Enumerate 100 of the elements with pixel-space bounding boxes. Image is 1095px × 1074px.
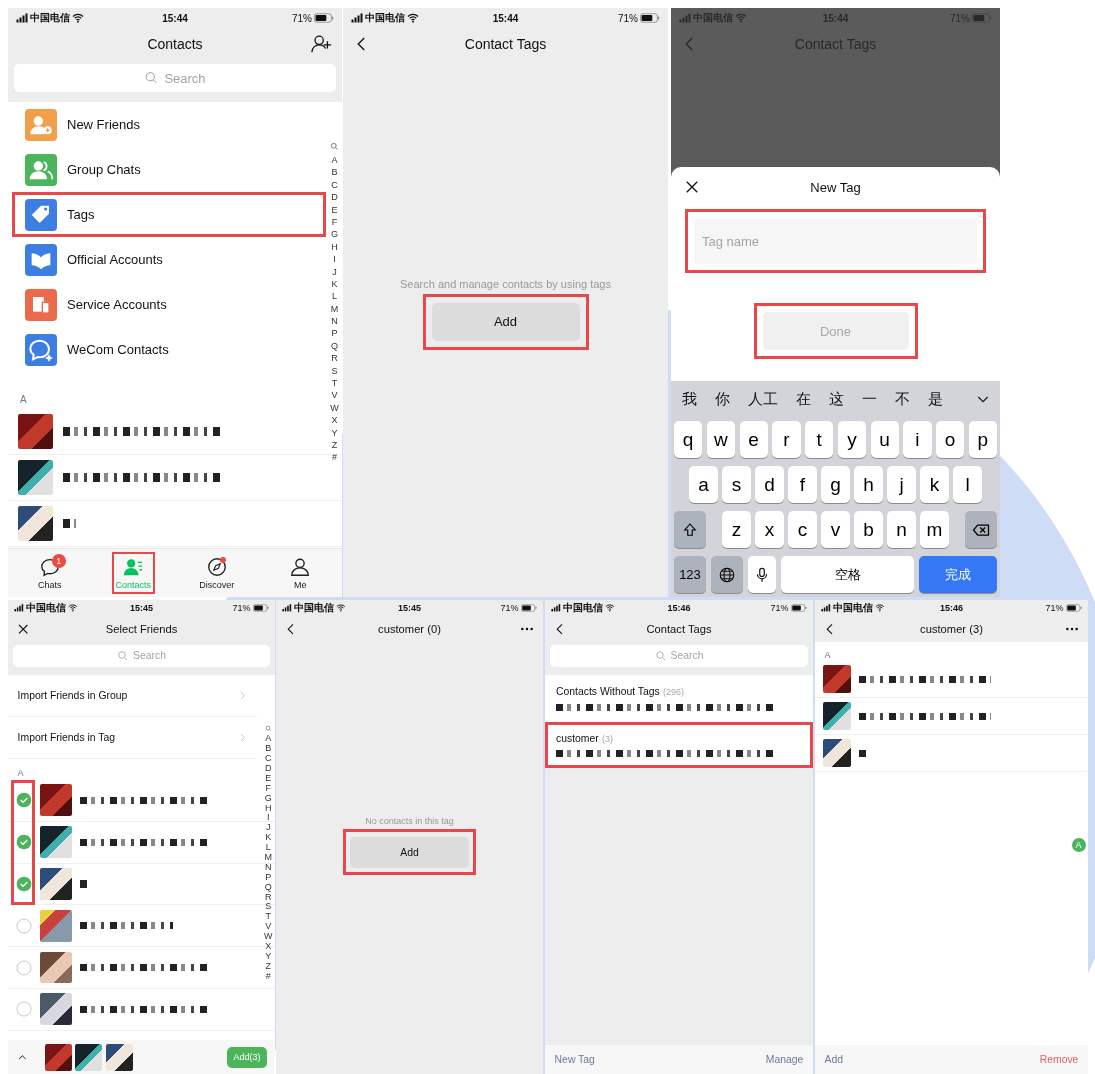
index-letter[interactable]: N <box>331 315 338 328</box>
letter-key[interactable]: h <box>854 466 883 503</box>
search-icon[interactable] <box>330 142 339 151</box>
candidate-word[interactable]: 不 <box>895 389 910 409</box>
unchecked-circle-icon[interactable] <box>16 959 32 976</box>
index-letter[interactable]: K <box>265 833 272 844</box>
index-letter[interactable]: J <box>266 823 271 834</box>
menu-item[interactable]: Tags <box>12 192 326 237</box>
index-letter[interactable]: I <box>267 813 270 824</box>
index-letter[interactable]: Z <box>265 961 272 972</box>
delete-key[interactable] <box>965 511 997 548</box>
index-letter[interactable]: R <box>331 352 338 365</box>
letter-key[interactable]: s <box>722 466 751 503</box>
text-field[interactable]: Tag name <box>694 218 977 264</box>
letter-key[interactable]: n <box>887 511 916 548</box>
letter-key[interactable]: e <box>739 421 768 458</box>
index-letter[interactable]: X <box>265 942 272 952</box>
candidate-word[interactable]: 我 <box>682 389 697 409</box>
letter-key[interactable]: j <box>887 466 916 503</box>
index-letter[interactable]: A <box>265 734 272 745</box>
index-letter[interactable]: Y <box>265 951 272 962</box>
index-letter[interactable]: H <box>265 803 272 814</box>
search-field[interactable]: Search <box>14 64 336 92</box>
shift-key[interactable] <box>674 511 706 548</box>
index-letter[interactable]: E <box>331 203 338 216</box>
index-letter[interactable]: E <box>265 773 272 784</box>
index-letter[interactable]: A <box>331 154 338 167</box>
search-field[interactable]: Search <box>549 644 809 668</box>
menu-item[interactable]: Group Chats <box>12 147 326 192</box>
index-letter[interactable]: Q <box>331 339 338 353</box>
letter-key[interactable]: f <box>788 466 817 503</box>
index-letter[interactable]: Q <box>264 882 272 893</box>
letter-key[interactable]: y <box>837 421 866 458</box>
index-letter[interactable]: Y <box>331 426 338 439</box>
letter-key[interactable]: p <box>968 421 997 458</box>
index-letter[interactable]: P <box>265 872 272 883</box>
letter-key[interactable]: q <box>674 421 703 458</box>
index-letter[interactable]: G <box>331 228 338 241</box>
candidate-word[interactable]: 你 <box>715 389 730 409</box>
add-contact-icon[interactable] <box>310 33 332 55</box>
menu-item[interactable]: Official Accounts <box>12 237 326 282</box>
index-letter[interactable]: M <box>264 853 273 863</box>
tab-item[interactable]: Discover <box>195 552 239 594</box>
list-item[interactable]: Import Friends in Group <box>8 675 258 717</box>
tag-item[interactable]: Contacts Without Tags (296) <box>545 675 813 722</box>
tag-item[interactable]: customer (3) <box>545 721 813 769</box>
index-letter[interactable]: S <box>331 364 338 378</box>
letter-key[interactable]: t <box>805 421 834 458</box>
candidate-word[interactable]: 人工 <box>748 389 778 409</box>
checked-icon[interactable] <box>16 792 32 809</box>
add-button[interactable]: Add <box>431 302 580 341</box>
language-key[interactable] <box>711 556 743 593</box>
menu-item[interactable]: Service Accounts <box>12 282 326 327</box>
index-letter[interactable]: # <box>332 451 337 464</box>
index-letter[interactable]: B <box>265 744 272 755</box>
index-letter[interactable]: L <box>332 290 337 303</box>
done-key[interactable]: 完成 <box>919 556 997 593</box>
index-letter[interactable]: D <box>331 191 338 204</box>
index-letter[interactable]: V <box>331 389 338 402</box>
letter-key[interactable]: c <box>788 511 817 548</box>
unchecked-circle-icon[interactable] <box>16 1001 32 1018</box>
index-letter[interactable]: M <box>330 302 339 316</box>
index-letter[interactable]: R <box>265 892 272 903</box>
index-letter[interactable]: J <box>332 265 337 278</box>
checked-icon[interactable] <box>16 875 32 892</box>
letter-key[interactable]: o <box>936 421 965 458</box>
index-letter[interactable]: T <box>265 912 272 923</box>
tab-item[interactable]: Chats 1 <box>28 552 72 594</box>
index-letter[interactable]: W <box>264 932 273 943</box>
index-letter[interactable]: H <box>331 240 338 254</box>
candidate-word[interactable]: 在 <box>796 389 811 409</box>
index-letter[interactable]: F <box>265 783 272 794</box>
candidate-word[interactable]: 是 <box>928 389 943 409</box>
candidate-word[interactable]: 这 <box>829 389 844 409</box>
list-item[interactable]: Import Friends in Tag <box>8 716 258 759</box>
letter-key[interactable]: i <box>903 421 932 458</box>
candidate-word[interactable]: 一 <box>862 389 877 409</box>
space-key[interactable]: 空格 <box>781 556 914 593</box>
tab-item[interactable]: Me <box>278 552 322 594</box>
unchecked-circle-icon[interactable] <box>16 917 32 934</box>
index-letter[interactable]: V <box>265 922 272 933</box>
menu-item[interactable]: WeCom Contacts <box>12 327 326 372</box>
add-link[interactable]: Add <box>824 1054 844 1066</box>
index-letter[interactable]: X <box>331 414 338 427</box>
index-letter[interactable]: C <box>331 178 338 192</box>
search-field[interactable]: Search <box>12 644 271 668</box>
microphone-key[interactable] <box>748 556 776 593</box>
index-letter[interactable]: I <box>333 253 336 266</box>
letter-key[interactable]: u <box>870 421 899 458</box>
numbers-key[interactable]: 123 <box>674 556 706 593</box>
index-letter[interactable]: T <box>331 377 338 390</box>
menu-item[interactable]: New Friends <box>12 102 326 147</box>
index-letter[interactable]: Z <box>331 439 338 452</box>
manage-link[interactable]: Manage <box>765 1054 804 1066</box>
letter-key[interactable]: w <box>706 421 735 458</box>
checked-icon[interactable] <box>16 834 32 851</box>
letter-key[interactable]: g <box>821 466 850 503</box>
letter-key[interactable]: x <box>755 511 784 548</box>
index-letter[interactable]: G <box>264 793 272 804</box>
letter-key[interactable]: d <box>755 466 784 503</box>
